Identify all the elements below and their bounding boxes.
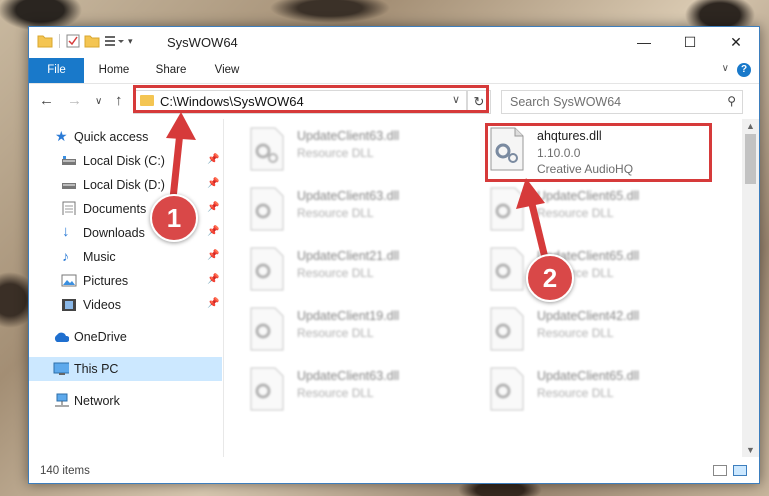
annotation-arrows xyxy=(166,112,550,263)
step-2-badge: 2 xyxy=(526,254,574,302)
arrow-2 xyxy=(516,178,550,263)
step-1-badge: 1 xyxy=(150,194,198,242)
